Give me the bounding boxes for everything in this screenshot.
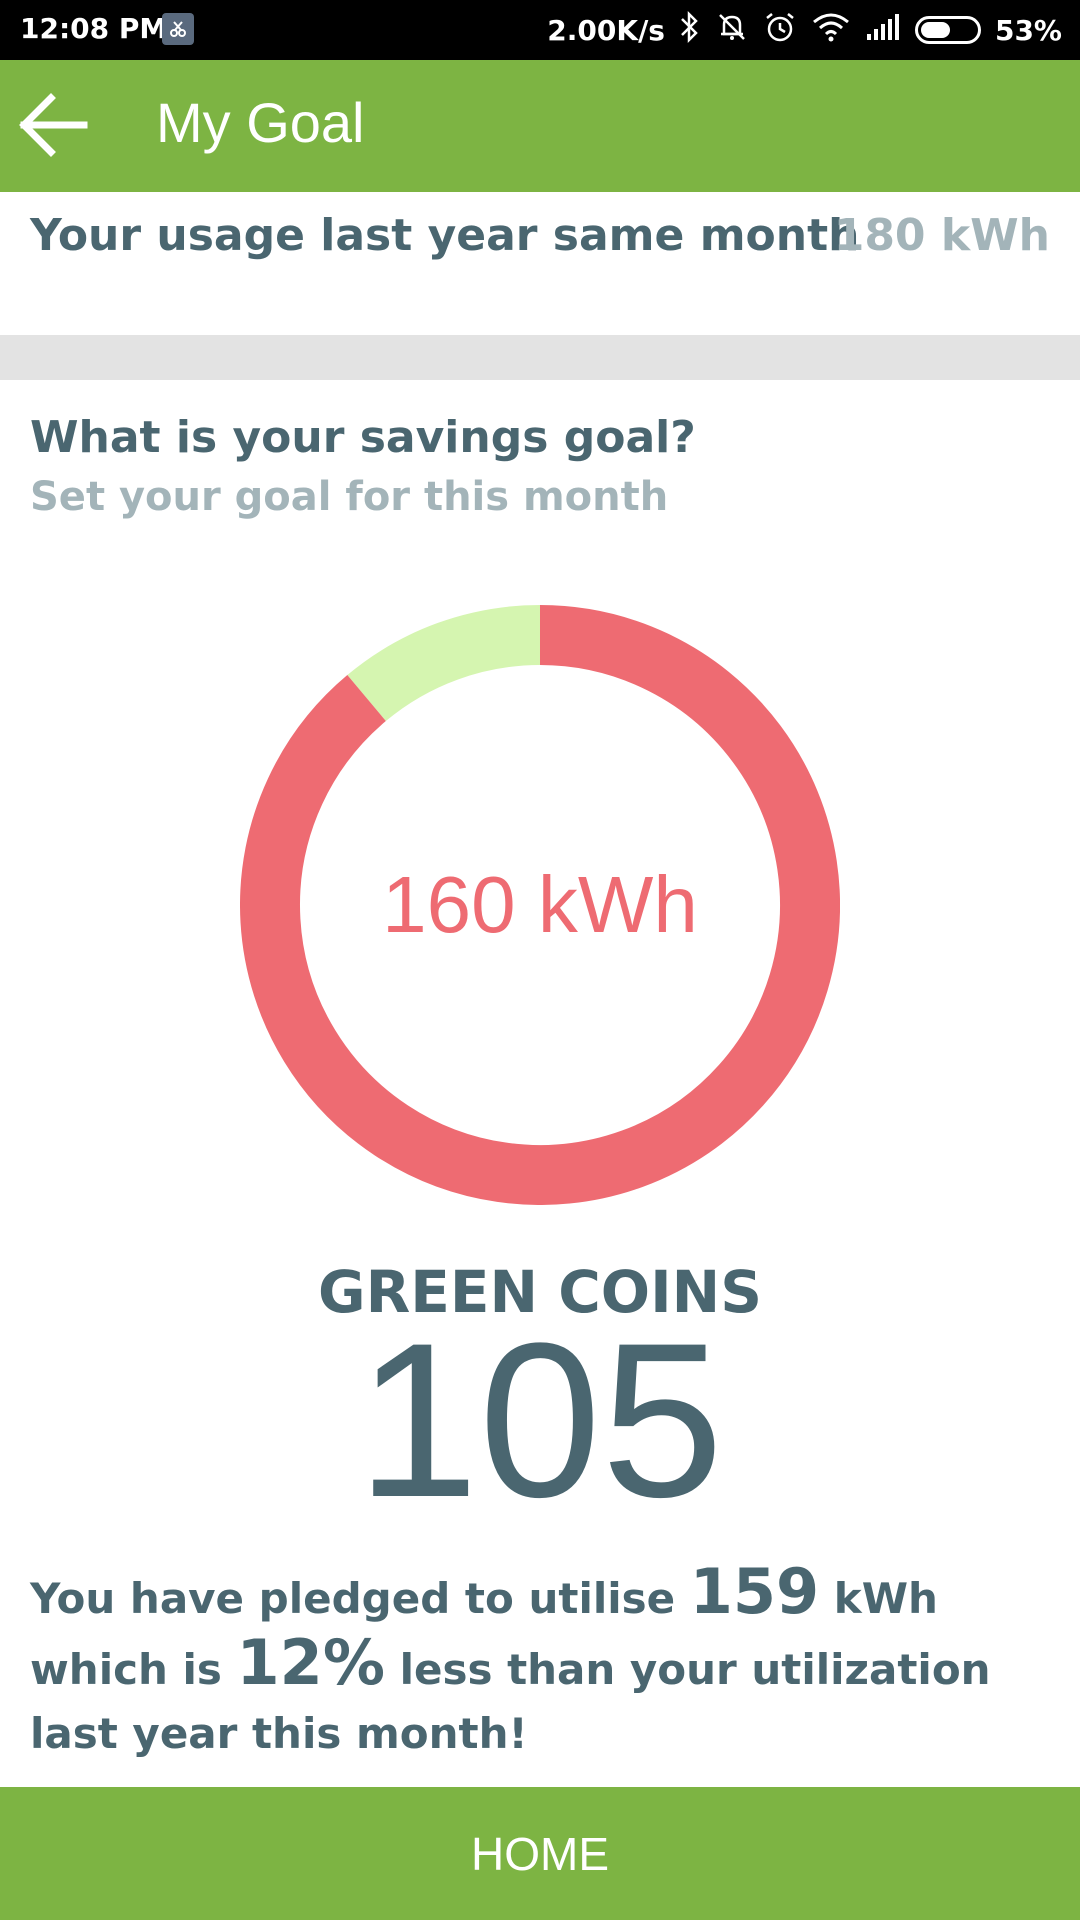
battery-level: [920, 22, 950, 38]
mute-icon: [715, 10, 749, 51]
app-bar: My Goal: [0, 60, 1080, 192]
page-title: My Goal: [156, 91, 365, 154]
goal-subtitle: Set your goal for this month: [30, 474, 669, 520]
usage-row: Your usage last year same month 180 kWh: [0, 192, 1080, 335]
alarm-icon: [763, 10, 797, 51]
pledge-prefix: You have pledged to utilise: [30, 1574, 676, 1623]
goal-title: What is your savings goal?: [30, 412, 696, 463]
status-bar: 12:08 PM 2.00K/s 53%: [0, 0, 1080, 60]
home-button[interactable]: HOME: [0, 1787, 1080, 1920]
pledge-text: You have pledged to utilise 159 kWh whic…: [30, 1560, 1050, 1766]
bluetooth-icon: [679, 10, 701, 51]
back-button[interactable]: [18, 92, 90, 158]
usage-value: 180 kWh: [833, 210, 1050, 261]
goal-donut[interactable]: 160 kWh: [240, 605, 840, 1205]
arrow-left-icon: [19, 93, 88, 157]
pledge-percent: 12%: [236, 1626, 385, 1699]
donut-value: 160 kWh: [382, 860, 698, 949]
coins-value: 105: [356, 1297, 724, 1543]
battery-percent: 53%: [994, 13, 1062, 47]
wifi-icon: [811, 10, 851, 51]
battery-icon: [914, 16, 981, 44]
section-divider: [0, 335, 1080, 380]
notification-icon: [162, 13, 194, 45]
usage-label: Your usage last year same month: [30, 210, 860, 261]
signal-icon: [865, 12, 901, 49]
status-time: 12:08 PM: [20, 12, 168, 45]
pledge-kwh: 159: [689, 1555, 820, 1628]
network-speed: 2.00K/s: [547, 13, 665, 47]
